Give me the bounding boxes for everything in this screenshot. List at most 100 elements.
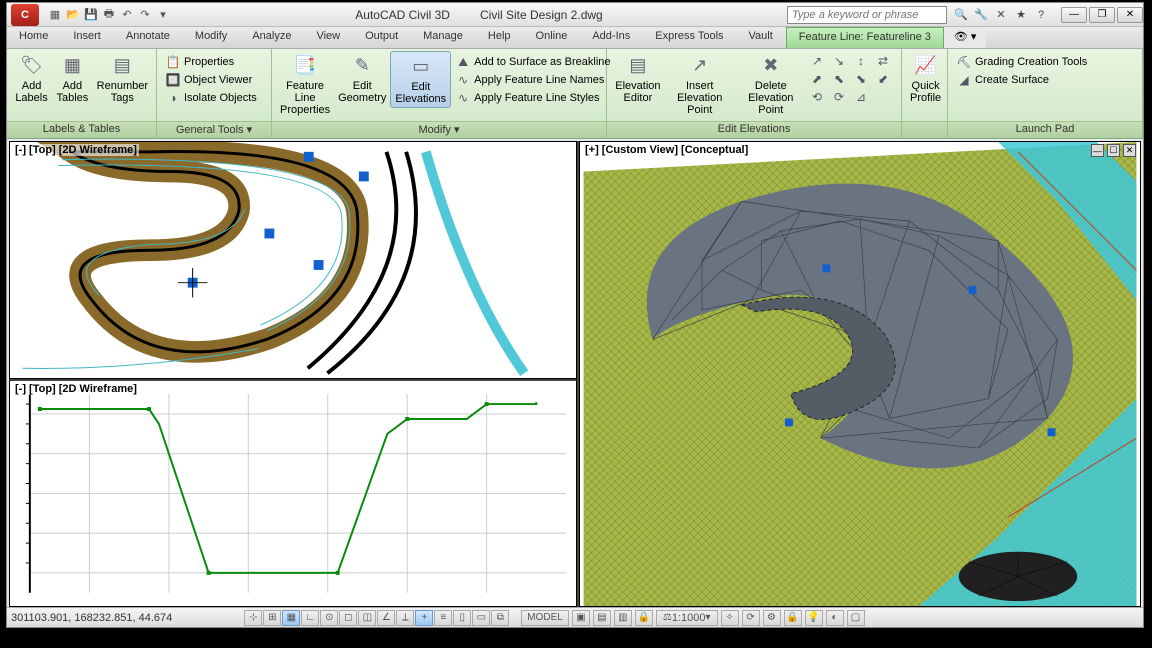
apply-names-button[interactable]: ∿Apply Feature Line Names bbox=[453, 71, 612, 89]
elev-tool-icon[interactable] bbox=[875, 89, 891, 105]
panel-label[interactable]: Modify ▾ bbox=[272, 121, 606, 138]
app-menu-button[interactable]: C bbox=[11, 4, 39, 26]
elev-tool-icon[interactable]: ⟳ bbox=[831, 89, 847, 105]
ws-icon[interactable]: ⚙ bbox=[763, 610, 781, 626]
signin-icon[interactable]: 🔧 bbox=[973, 7, 989, 23]
elev-tool-icon[interactable]: ↗ bbox=[809, 53, 825, 69]
close-button[interactable]: ✕ bbox=[1117, 7, 1143, 23]
snap-icon[interactable]: ⊞ bbox=[263, 610, 281, 626]
exchange-icon[interactable]: ✕ bbox=[993, 7, 1009, 23]
restore-button[interactable]: ❐ bbox=[1089, 7, 1115, 23]
panel-label[interactable]: General Tools ▾ bbox=[157, 121, 271, 138]
grid-icon[interactable]: ▦ bbox=[282, 610, 300, 626]
elev-tool-icon[interactable]: ⬉ bbox=[831, 71, 847, 87]
apply-styles-button[interactable]: ∿Apply Feature Line Styles bbox=[453, 89, 612, 107]
tab-home[interactable]: Home bbox=[7, 27, 61, 48]
anno-vis-icon[interactable]: ✧ bbox=[721, 610, 739, 626]
polar-icon[interactable]: ⊙ bbox=[320, 610, 338, 626]
anno-auto-icon[interactable]: ⟳ bbox=[742, 610, 760, 626]
tab-featureline-context[interactable]: Feature Line: Featureline 3 bbox=[786, 27, 944, 48]
save-icon[interactable]: 💾 bbox=[83, 7, 99, 23]
vp-max-icon[interactable]: ☐ bbox=[1107, 144, 1120, 157]
lwt-icon[interactable]: ≡ bbox=[434, 610, 452, 626]
open-icon[interactable]: 📂 bbox=[65, 7, 81, 23]
osnap-icon[interactable]: ◻ bbox=[339, 610, 357, 626]
layout-icon[interactable]: ▣ bbox=[572, 610, 590, 626]
isolate-objects-button[interactable]: ◑Isolate Objects bbox=[163, 89, 259, 107]
create-surface-button[interactable]: ◢Create Surface bbox=[954, 71, 1089, 89]
plot-icon[interactable]: 🖶 bbox=[101, 7, 117, 23]
add-labels-button[interactable]: 🏷Add Labels bbox=[11, 51, 52, 106]
tab-analyze[interactable]: Analyze bbox=[240, 27, 304, 48]
star-icon[interactable]: ★ bbox=[1013, 7, 1029, 23]
annotation-scale[interactable]: ⚖ 1:1000 ▾ bbox=[656, 610, 718, 626]
delete-elev-point-button[interactable]: ✖Delete Elevation Point bbox=[735, 51, 807, 118]
otrack-icon[interactable]: ∠ bbox=[377, 610, 395, 626]
vp-min-icon[interactable]: ― bbox=[1091, 144, 1104, 157]
anno-scale-icon[interactable]: 🔒 bbox=[635, 610, 653, 626]
sc-icon[interactable]: ⧉ bbox=[491, 610, 509, 626]
redo-icon[interactable]: ↷ bbox=[137, 7, 153, 23]
edit-elevations-button[interactable]: ▭Edit Elevations bbox=[390, 51, 451, 108]
elev-tool-icon[interactable]: ⬊ bbox=[853, 71, 869, 87]
elev-tool-icon[interactable]: ⊿ bbox=[853, 89, 869, 105]
tab-express[interactable]: Express Tools bbox=[643, 27, 736, 48]
tab-view[interactable]: View bbox=[304, 27, 353, 48]
help-icon[interactable]: ? bbox=[1033, 7, 1049, 23]
dyn-icon[interactable]: + bbox=[415, 610, 433, 626]
viewport-label[interactable]: [+] [Custom View] [Conceptual] bbox=[583, 144, 750, 156]
tab-online[interactable]: Online bbox=[524, 27, 581, 48]
search-icon[interactable]: 🔍 bbox=[953, 7, 969, 23]
elev-tool-icon[interactable]: ⟲ bbox=[809, 89, 825, 105]
toolbar-lock-icon[interactable]: 🔒 bbox=[784, 610, 802, 626]
qv-drawing-icon[interactable]: ▥ bbox=[614, 610, 632, 626]
vp-close-icon[interactable]: ✕ bbox=[1123, 144, 1136, 157]
tab-manage[interactable]: Manage bbox=[411, 27, 476, 48]
panel-label[interactable]: Labels & Tables bbox=[7, 121, 156, 138]
model-space-button[interactable]: MODEL bbox=[521, 610, 569, 626]
elevation-editor-button[interactable]: ▤Elevation Editor bbox=[611, 51, 665, 106]
qv-layout-icon[interactable]: ▤ bbox=[593, 610, 611, 626]
object-viewer-button[interactable]: 🔲Object Viewer bbox=[163, 71, 259, 89]
grading-tools-button[interactable]: ⛏Grading Creation Tools bbox=[954, 53, 1089, 71]
viewport-label[interactable]: [-] [Top] [2D Wireframe] bbox=[13, 383, 139, 395]
add-tables-button[interactable]: ▦Add Tables bbox=[52, 51, 93, 106]
renumber-tags-button[interactable]: ▤Renumber Tags bbox=[93, 51, 152, 106]
tab-vault[interactable]: Vault bbox=[737, 27, 786, 48]
viewport-profile[interactable]: [-] [Top] [2D Wireframe] bbox=[9, 379, 577, 607]
ducs-icon[interactable]: ⟂ bbox=[396, 610, 414, 626]
quick-profile-button[interactable]: 📈Quick Profile bbox=[906, 51, 945, 106]
elev-tool-icon[interactable]: ⬋ bbox=[875, 71, 891, 87]
tab-help[interactable]: Help bbox=[476, 27, 524, 48]
new-icon[interactable]: ▦ bbox=[47, 7, 63, 23]
elev-tool-icon[interactable]: ⬈ bbox=[809, 71, 825, 87]
isolate-status-icon[interactable]: ◐ bbox=[826, 610, 844, 626]
qp-icon[interactable]: ▭ bbox=[472, 610, 490, 626]
minimize-button[interactable]: ― bbox=[1061, 7, 1087, 23]
viewport-plan[interactable]: [-] [Top] [2D Wireframe] bbox=[9, 141, 577, 379]
help-search-input[interactable] bbox=[787, 6, 947, 24]
tab-output[interactable]: Output bbox=[353, 27, 411, 48]
viewport-3d[interactable]: [+] [Custom View] [Conceptual] ― ☐ ✕ TOP bbox=[579, 141, 1141, 607]
tab-modify[interactable]: Modify bbox=[183, 27, 240, 48]
insert-elev-point-button[interactable]: ↗Insert Elevation Point bbox=[665, 51, 735, 118]
3dosnap-icon[interactable]: ◫ bbox=[358, 610, 376, 626]
properties-button[interactable]: 📋Properties bbox=[163, 53, 259, 71]
undo-icon[interactable]: ↶ bbox=[119, 7, 135, 23]
elev-tool-icon[interactable]: ↕ bbox=[853, 53, 869, 69]
viewport-label[interactable]: [-] [Top] [2D Wireframe] bbox=[13, 144, 139, 156]
edit-geometry-button[interactable]: ✎Edit Geometry bbox=[334, 51, 390, 106]
tpy-icon[interactable]: ▯ bbox=[453, 610, 471, 626]
tab-insert[interactable]: Insert bbox=[61, 27, 114, 48]
tab-addins[interactable]: Add-Ins bbox=[580, 27, 643, 48]
hardware-accel-icon[interactable]: 💡 bbox=[805, 610, 823, 626]
context-tab-extra[interactable]: 👁 ▾ bbox=[944, 27, 987, 48]
tab-annotate[interactable]: Annotate bbox=[114, 27, 183, 48]
add-breakline-button[interactable]: ⛰Add to Surface as Breakline bbox=[453, 53, 612, 71]
elev-tool-icon[interactable]: ⇄ bbox=[875, 53, 891, 69]
clean-screen-icon[interactable]: ▢ bbox=[847, 610, 865, 626]
infer-icon[interactable]: ⊹ bbox=[244, 610, 262, 626]
qat-custom-icon[interactable]: ▾ bbox=[155, 7, 171, 23]
feature-line-properties-button[interactable]: 📑Feature Line Properties bbox=[276, 51, 334, 118]
elev-tool-icon[interactable]: ↘ bbox=[831, 53, 847, 69]
